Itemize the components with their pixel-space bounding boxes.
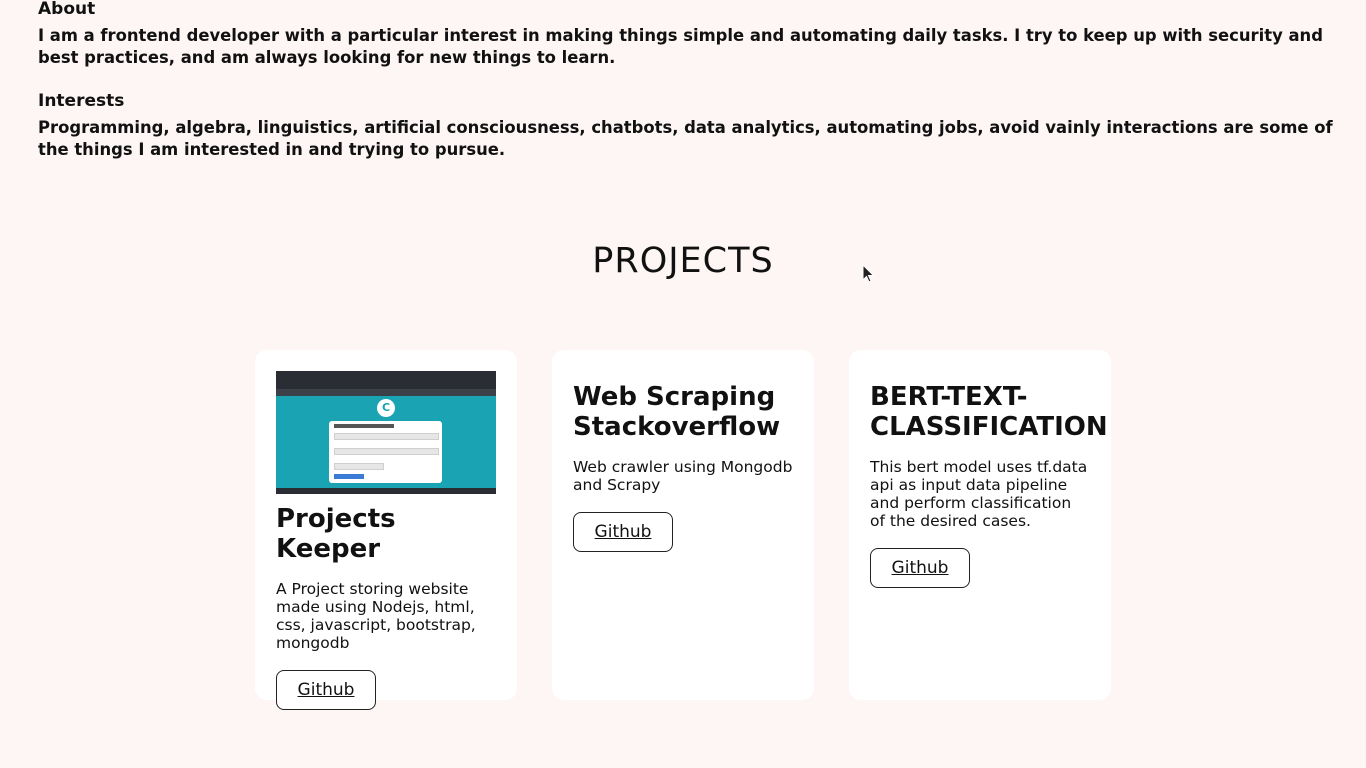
thumbnail-taskbar xyxy=(276,488,496,494)
project-title: BERT-TEXT-CLASSIFICATION xyxy=(870,382,1108,442)
project-title: Projects Keeper xyxy=(276,504,396,564)
project-description: This bert model uses tf.data api as inpu… xyxy=(870,458,1088,530)
thumbnail-form-title xyxy=(334,424,394,428)
interests-heading: Interests xyxy=(38,91,125,111)
project-card-projects-keeper: C Projects Keeper A Project storing webs… xyxy=(255,350,517,710)
projects-title: PROJECTS xyxy=(592,241,774,281)
project-description: A Project storing website made using Nod… xyxy=(276,580,476,652)
project-title: Web Scraping Stackoverflow xyxy=(573,382,781,442)
github-link-button[interactable]: Github xyxy=(276,670,376,710)
github-link-button[interactable]: Github xyxy=(870,548,970,588)
thumbnail-form xyxy=(329,421,442,483)
thumbnail-form-field xyxy=(334,448,439,455)
mouse-cursor-icon xyxy=(862,264,875,283)
thumbnail-bookmarks-bar xyxy=(276,389,496,396)
github-link-button[interactable]: Github xyxy=(573,512,673,552)
project-card-bert-classification: BERT-TEXT-CLASSIFICATION This bert model… xyxy=(849,350,1111,700)
thumbnail-logo-icon: C xyxy=(377,399,395,417)
thumbnail-form-field xyxy=(334,463,384,470)
project-card-web-scraping: Web Scraping Stackoverflow Web crawler u… xyxy=(552,350,814,700)
thumbnail-form-field xyxy=(334,433,439,440)
about-section: About I am a frontend developer with a p… xyxy=(38,0,1338,161)
project-thumbnail: C xyxy=(276,371,496,494)
project-description: Web crawler using Mongodb and Scrapy xyxy=(573,458,793,494)
about-heading: About xyxy=(38,0,96,19)
about-text: I am a frontend developer with a particu… xyxy=(38,26,1323,67)
thumbnail-form-button xyxy=(334,474,364,479)
thumbnail-browser-bar xyxy=(276,371,496,389)
interests-text: Programming, algebra, linguistics, artif… xyxy=(38,118,1333,159)
